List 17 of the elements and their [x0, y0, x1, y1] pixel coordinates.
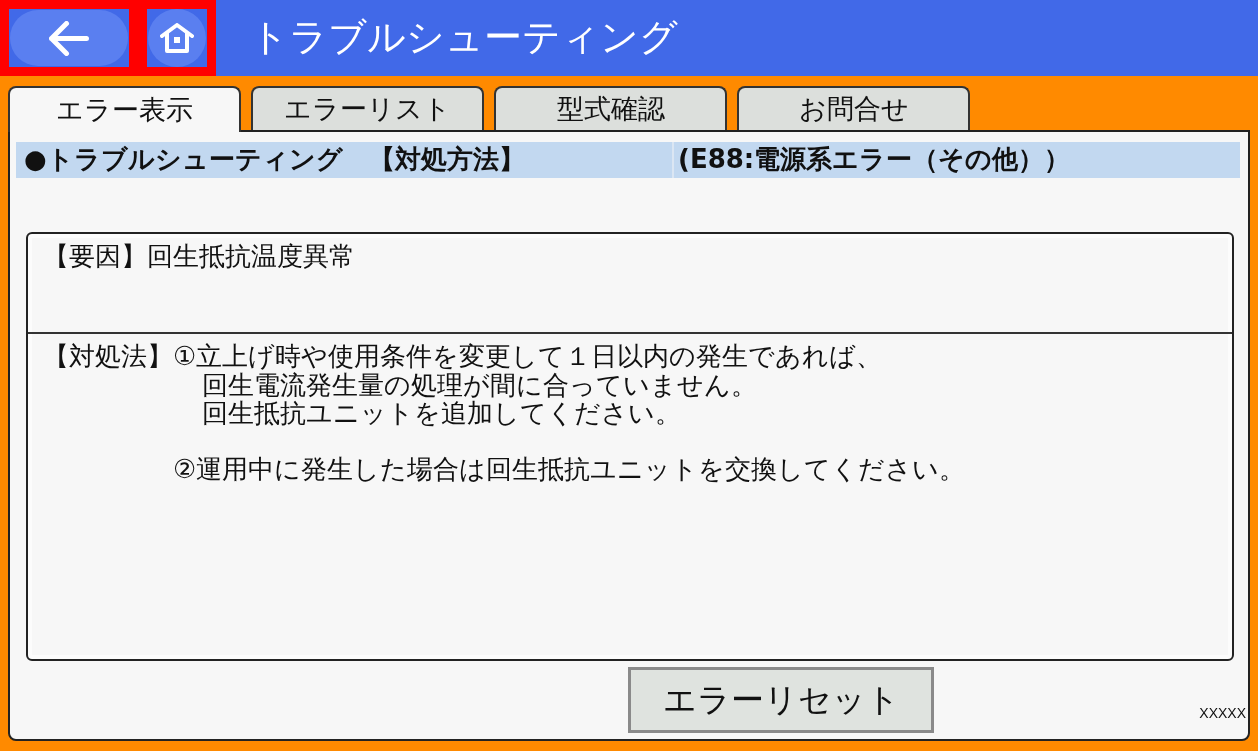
home-icon: [160, 23, 194, 53]
remedy-label: 【対処法】: [43, 342, 173, 373]
tab[interactable]: 型式確認: [494, 86, 727, 130]
section-heading: ●トラブルシューティング 【対処方法】: [24, 144, 525, 176]
back-button[interactable]: [10, 10, 128, 66]
remedy-text: ②運用中に発生した場合は回生抵抗ユニットを交換してください。: [173, 454, 966, 483]
back-arrow-icon: [49, 20, 89, 56]
tab[interactable]: エラー表示: [8, 86, 241, 132]
tab[interactable]: エラーリスト: [251, 86, 484, 130]
tab[interactable]: お問合せ: [737, 86, 970, 130]
footer-code: XXXXX: [1199, 705, 1246, 721]
screen-title: トラブルシューティング: [250, 15, 678, 61]
cause-text: 【要因】回生抵抗温度異常: [43, 241, 355, 271]
home-button[interactable]: [148, 9, 206, 67]
error-code-label: (E88:電源系エラー（その他））: [678, 144, 1071, 176]
remedy-text: ①立上げ時や使用条件を変更して１日以内の発生であれば、 回生電流発生量の処理が間に合っていません。 回生抵抗ユニットを追加してください。: [173, 342, 884, 428]
error-reset-button[interactable]: エラーリセット: [628, 667, 934, 733]
